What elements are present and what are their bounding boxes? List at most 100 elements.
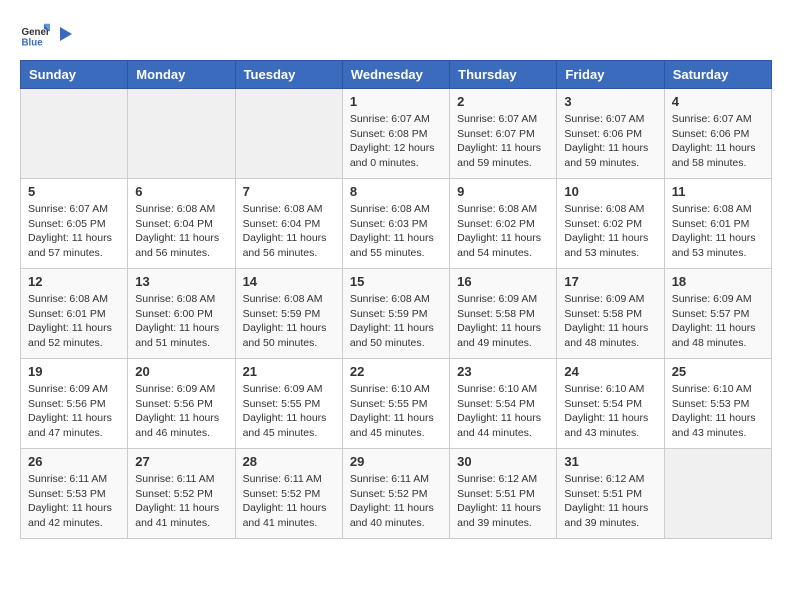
cell-content: Sunrise: 6:09 AM Sunset: 5:58 PM Dayligh… — [564, 292, 656, 351]
cell-content: Sunrise: 6:10 AM Sunset: 5:53 PM Dayligh… — [672, 382, 764, 441]
calendar-cell: 13 Sunrise: 6:08 AM Sunset: 6:00 PM Dayli… — [128, 269, 235, 359]
calendar-cell: 18 Sunrise: 6:09 AM Sunset: 5:57 PM Dayli… — [664, 269, 771, 359]
calendar-cell — [235, 89, 342, 179]
logo-wordmark — [54, 25, 74, 45]
calendar-cell — [128, 89, 235, 179]
calendar-cell: 25Sunrise: 6:10 AM Sunset: 5:53 PM Dayli… — [664, 359, 771, 449]
header: General Blue — [20, 20, 772, 50]
svg-text:Blue: Blue — [22, 38, 44, 49]
cell-content: Sunrise: 6:08 AM Sunset: 6:00 PM Dayligh… — [135, 292, 227, 351]
calendar-cell: 5 Sunrise: 6:07 AM Sunset: 6:05 PM Daylig… — [21, 179, 128, 269]
day-number: 1 — [350, 94, 442, 109]
cell-content: Sunrise: 6:07 AM Sunset: 6:05 PM Dayligh… — [28, 202, 120, 261]
cell-content: Sunrise: 6:09 AM Sunset: 5:57 PM Dayligh… — [672, 292, 764, 351]
cell-content: Sunrise: 6:09 AM Sunset: 5:56 PM Dayligh… — [135, 382, 227, 441]
day-number: 14 — [243, 274, 335, 289]
cell-content: Sunrise: 6:08 AM Sunset: 6:01 PM Dayligh… — [28, 292, 120, 351]
calendar-cell: 7Sunrise: 6:08 AM Sunset: 6:04 PM Daylig… — [235, 179, 342, 269]
calendar-cell: 24 Sunrise: 6:10 AM Sunset: 5:54 PM Dayli… — [557, 359, 664, 449]
day-number: 28 — [243, 454, 335, 469]
logo-icon: General Blue — [20, 20, 50, 50]
calendar-cell: 9 Sunrise: 6:08 AM Sunset: 6:02 PM Daylig… — [450, 179, 557, 269]
calendar-cell: 8Sunrise: 6:08 AM Sunset: 6:03 PM Daylig… — [342, 179, 449, 269]
calendar-cell: 10 Sunrise: 6:08 AM Sunset: 6:02 PM Dayli… — [557, 179, 664, 269]
cell-content: Sunrise: 6:08 AM Sunset: 6:01 PM Dayligh… — [672, 202, 764, 261]
calendar-cell — [664, 449, 771, 539]
cell-content: Sunrise: 6:08 AM Sunset: 5:59 PM Dayligh… — [243, 292, 335, 351]
cell-content: Sunrise: 6:11 AM Sunset: 5:52 PM Dayligh… — [135, 472, 227, 531]
cell-content: Sunrise: 6:11 AM Sunset: 5:52 PM Dayligh… — [350, 472, 442, 531]
logo-arrow-icon — [56, 25, 74, 43]
day-number: 24 — [564, 364, 656, 379]
day-number: 26 — [28, 454, 120, 469]
day-number: 29 — [350, 454, 442, 469]
day-number: 6 — [135, 184, 227, 199]
calendar-header: SundayMondayTuesdayWednesdayThursdayFrid… — [21, 61, 772, 89]
week-row-5: 26 Sunrise: 6:11 AM Sunset: 5:53 PM Dayli… — [21, 449, 772, 539]
day-number: 15 — [350, 274, 442, 289]
cell-content: Sunrise: 6:11 AM Sunset: 5:52 PM Dayligh… — [243, 472, 335, 531]
day-number: 16 — [457, 274, 549, 289]
cell-content: Sunrise: 6:08 AM Sunset: 5:59 PM Dayligh… — [350, 292, 442, 351]
cell-content: Sunrise: 6:12 AM Sunset: 5:51 PM Dayligh… — [457, 472, 549, 531]
day-number: 17 — [564, 274, 656, 289]
cell-content: Sunrise: 6:07 AM Sunset: 6:06 PM Dayligh… — [672, 112, 764, 171]
day-number: 7 — [243, 184, 335, 199]
calendar-table: SundayMondayTuesdayWednesdayThursdayFrid… — [20, 60, 772, 539]
day-number: 10 — [564, 184, 656, 199]
day-number: 5 — [28, 184, 120, 199]
week-row-2: 5 Sunrise: 6:07 AM Sunset: 6:05 PM Daylig… — [21, 179, 772, 269]
calendar-cell: 21 Sunrise: 6:09 AM Sunset: 5:55 PM Dayli… — [235, 359, 342, 449]
calendar-cell: 4 Sunrise: 6:07 AM Sunset: 6:06 PM Daylig… — [664, 89, 771, 179]
day-number: 8 — [350, 184, 442, 199]
cell-content: Sunrise: 6:09 AM Sunset: 5:58 PM Dayligh… — [457, 292, 549, 351]
day-number: 20 — [135, 364, 227, 379]
day-number: 22 — [350, 364, 442, 379]
day-number: 3 — [564, 94, 656, 109]
cell-content: Sunrise: 6:10 AM Sunset: 5:54 PM Dayligh… — [564, 382, 656, 441]
header-cell-saturday: Saturday — [664, 61, 771, 89]
cell-content: Sunrise: 6:11 AM Sunset: 5:53 PM Dayligh… — [28, 472, 120, 531]
calendar-cell: 26 Sunrise: 6:11 AM Sunset: 5:53 PM Dayli… — [21, 449, 128, 539]
calendar-cell: 1 Sunrise: 6:07 AM Sunset: 6:08 PM Daylig… — [342, 89, 449, 179]
day-number: 21 — [243, 364, 335, 379]
cell-content: Sunrise: 6:10 AM Sunset: 5:55 PM Dayligh… — [350, 382, 442, 441]
calendar-cell: 23Sunrise: 6:10 AM Sunset: 5:54 PM Dayli… — [450, 359, 557, 449]
calendar-cell: 15 Sunrise: 6:08 AM Sunset: 5:59 PM Dayli… — [342, 269, 449, 359]
calendar-cell: 27 Sunrise: 6:11 AM Sunset: 5:52 PM Dayli… — [128, 449, 235, 539]
day-number: 4 — [672, 94, 764, 109]
calendar-cell: 31 Sunrise: 6:12 AM Sunset: 5:51 PM Dayli… — [557, 449, 664, 539]
day-number: 2 — [457, 94, 549, 109]
cell-content: Sunrise: 6:07 AM Sunset: 6:08 PM Dayligh… — [350, 112, 442, 171]
calendar-cell — [21, 89, 128, 179]
day-number: 23 — [457, 364, 549, 379]
calendar-cell: 11 Sunrise: 6:08 AM Sunset: 6:01 PM Dayli… — [664, 179, 771, 269]
day-number: 18 — [672, 274, 764, 289]
cell-content: Sunrise: 6:09 AM Sunset: 5:55 PM Dayligh… — [243, 382, 335, 441]
day-number: 13 — [135, 274, 227, 289]
day-number: 31 — [564, 454, 656, 469]
calendar-cell: 30 Sunrise: 6:12 AM Sunset: 5:51 PM Dayli… — [450, 449, 557, 539]
cell-content: Sunrise: 6:12 AM Sunset: 5:51 PM Dayligh… — [564, 472, 656, 531]
day-number: 12 — [28, 274, 120, 289]
cell-content: Sunrise: 6:07 AM Sunset: 6:06 PM Dayligh… — [564, 112, 656, 171]
cell-content: Sunrise: 6:08 AM Sunset: 6:04 PM Dayligh… — [135, 202, 227, 261]
day-number: 19 — [28, 364, 120, 379]
calendar-cell: 22 Sunrise: 6:10 AM Sunset: 5:55 PM Dayli… — [342, 359, 449, 449]
logo: General Blue — [20, 20, 74, 50]
calendar-cell: 29 Sunrise: 6:11 AM Sunset: 5:52 PM Dayli… — [342, 449, 449, 539]
header-cell-wednesday: Wednesday — [342, 61, 449, 89]
calendar-cell: 20 Sunrise: 6:09 AM Sunset: 5:56 PM Dayli… — [128, 359, 235, 449]
day-number: 9 — [457, 184, 549, 199]
week-row-4: 19 Sunrise: 6:09 AM Sunset: 5:56 PM Dayli… — [21, 359, 772, 449]
cell-content: Sunrise: 6:08 AM Sunset: 6:02 PM Dayligh… — [457, 202, 549, 261]
header-cell-friday: Friday — [557, 61, 664, 89]
cell-content: Sunrise: 6:08 AM Sunset: 6:02 PM Dayligh… — [564, 202, 656, 261]
header-cell-thursday: Thursday — [450, 61, 557, 89]
week-row-3: 12 Sunrise: 6:08 AM Sunset: 6:01 PM Dayli… — [21, 269, 772, 359]
calendar-cell: 19Sunrise: 6:09 AM Sunset: 5:56 PM Dayli… — [21, 359, 128, 449]
day-number: 27 — [135, 454, 227, 469]
day-number: 30 — [457, 454, 549, 469]
day-number: 11 — [672, 184, 764, 199]
week-row-1: 1 Sunrise: 6:07 AM Sunset: 6:08 PM Daylig… — [21, 89, 772, 179]
